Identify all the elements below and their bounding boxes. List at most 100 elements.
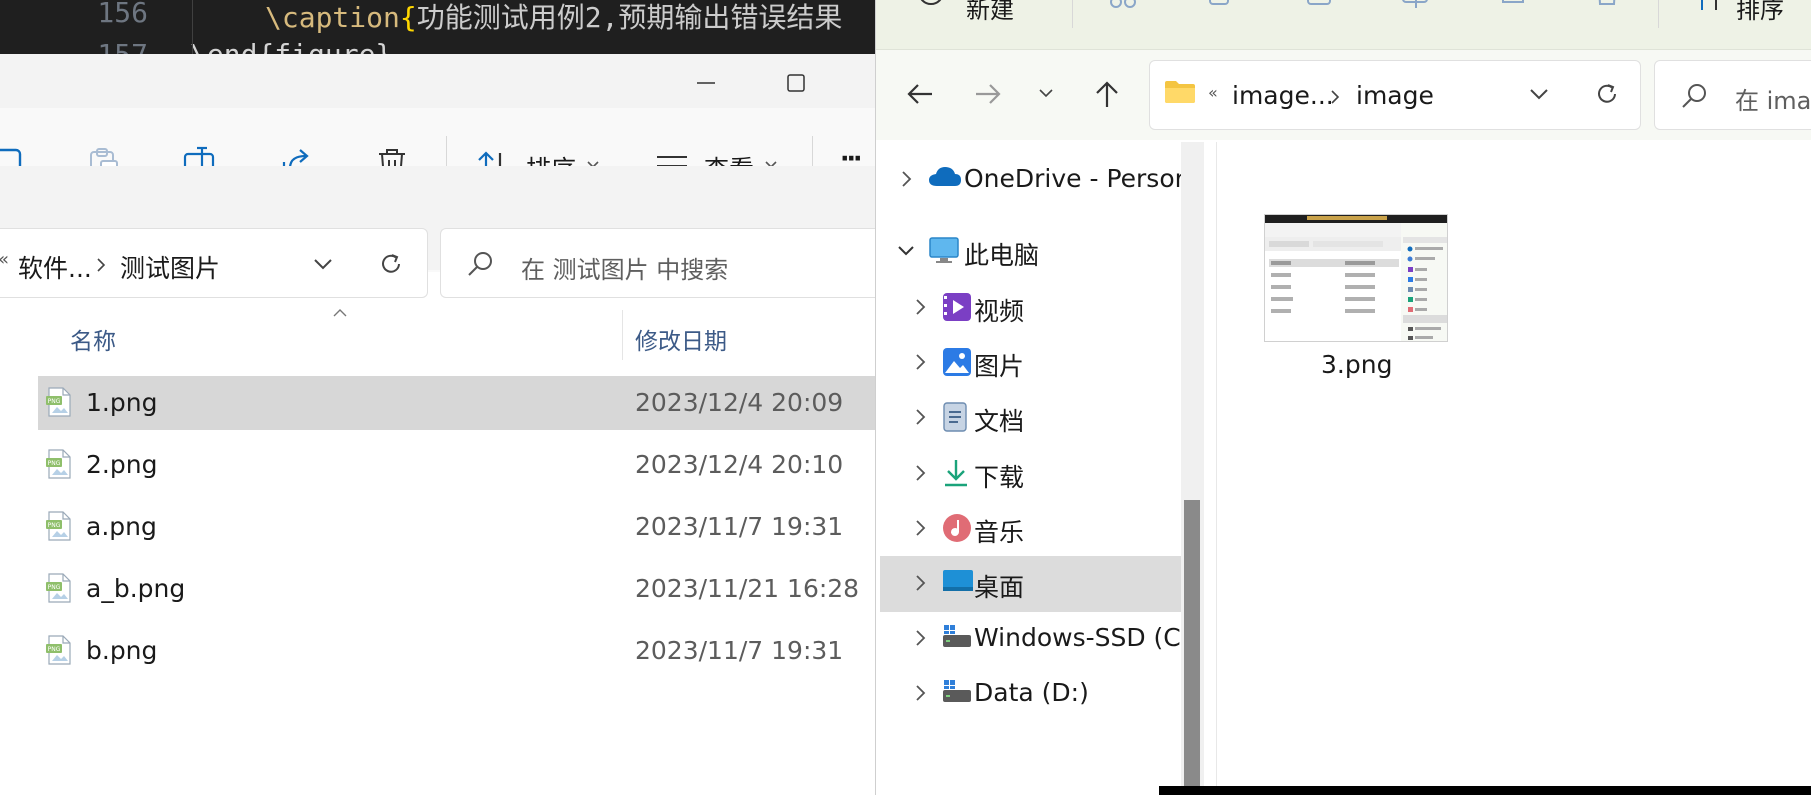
command-bar: 新建 排序 xyxy=(876,0,1811,50)
end-figure-text: \end{figure} xyxy=(190,38,392,54)
share-icon[interactable] xyxy=(1498,0,1528,12)
file-row[interactable]: PNG b.png 2023/11/7 19:31 xyxy=(38,624,875,678)
monitor-icon xyxy=(928,236,960,268)
file-name: a.png xyxy=(86,512,157,541)
chevron-down-icon[interactable] xyxy=(896,241,916,261)
maximize-button[interactable] xyxy=(776,68,816,98)
chevron-right-icon[interactable] xyxy=(914,407,928,427)
nav-item[interactable]: OneDrive - Person xyxy=(880,152,1190,208)
nav-item[interactable]: 下载 xyxy=(880,446,1182,502)
breadcrumb-parent[interactable]: image... xyxy=(1232,81,1334,110)
search-icon xyxy=(468,252,492,276)
chevron-right-icon xyxy=(97,258,106,272)
trash-icon[interactable] xyxy=(1594,0,1620,12)
recent-locations-icon[interactable] xyxy=(1038,88,1054,98)
column-header-date[interactable]: 修改日期 xyxy=(635,322,727,356)
column-header-name[interactable]: 名称 xyxy=(70,322,116,356)
taskbar-edge xyxy=(1159,786,1811,795)
png-file-icon: PNG xyxy=(46,511,71,541)
cut-icon[interactable] xyxy=(1108,0,1138,12)
search-box[interactable]: 在 imag xyxy=(1654,60,1811,130)
nav-item[interactable]: 文档 xyxy=(880,390,1182,446)
file-row[interactable]: PNG a.png 2023/11/7 19:31 xyxy=(38,500,875,554)
nav-item[interactable]: Data (D:) xyxy=(880,666,1182,722)
music-icon xyxy=(942,513,972,547)
search-icon xyxy=(1682,84,1706,108)
file-row[interactable]: PNG a_b.png 2023/11/21 16:28 xyxy=(38,562,875,616)
nav-item[interactable]: 音乐 xyxy=(880,501,1182,557)
forward-arrow-icon[interactable] xyxy=(974,82,1002,106)
pane-divider[interactable] xyxy=(1216,142,1217,795)
svg-text:PNG: PNG xyxy=(48,398,61,405)
sort-ascending-icon xyxy=(333,309,347,317)
file-thumbnail-3png[interactable] xyxy=(1264,214,1448,342)
address-bar[interactable]: « image... image xyxy=(1149,60,1641,130)
breadcrumb-overflow[interactable]: « xyxy=(1208,83,1218,102)
sort-icon[interactable] xyxy=(1694,0,1724,14)
column-divider[interactable] xyxy=(622,310,623,360)
code-editor: 156 \caption{功能测试用例2,预期输出错误结果 157 \end{f… xyxy=(0,0,880,54)
nav-item[interactable]: Windows-SSD (C xyxy=(880,611,1182,667)
clipboard-icon[interactable] xyxy=(1304,0,1334,12)
png-file-icon: PNG xyxy=(46,449,71,479)
toolbar-separator xyxy=(1658,0,1659,28)
chevron-down-icon[interactable] xyxy=(312,257,334,271)
chevron-right-icon[interactable] xyxy=(914,628,928,648)
breadcrumb-parent[interactable]: 软件... xyxy=(18,249,92,285)
new-button[interactable]: 新建 xyxy=(966,0,1014,25)
chevron-right-icon[interactable] xyxy=(900,169,914,189)
breadcrumb-current[interactable]: image xyxy=(1356,81,1434,110)
file-date: 2023/11/7 19:31 xyxy=(635,512,844,541)
file-name: 2.png xyxy=(86,450,158,479)
nav-item-label: 音乐 xyxy=(974,518,1025,547)
search-box[interactable]: 在 测试图片 中搜索 xyxy=(440,228,875,298)
sort-button[interactable]: 排序 xyxy=(1736,0,1784,25)
nav-scrollbar-thumb[interactable] xyxy=(1184,500,1200,795)
line-number: 156 xyxy=(97,0,148,29)
nav-item[interactable]: 图片 xyxy=(880,335,1182,391)
nav-item-label: 桌面 xyxy=(974,573,1025,602)
chevron-right-icon[interactable] xyxy=(914,518,928,538)
png-file-icon: PNG xyxy=(46,573,71,603)
file-name: b.png xyxy=(86,636,158,665)
file-date: 2023/12/4 20:10 xyxy=(635,450,844,479)
rename-icon[interactable] xyxy=(1400,0,1432,12)
refresh-icon[interactable] xyxy=(378,251,404,277)
file-row[interactable]: PNG 2.png 2023/12/4 20:10 xyxy=(38,438,875,492)
nav-item-label: Windows-SSD (C xyxy=(974,623,1181,652)
chevron-right-icon[interactable] xyxy=(914,352,928,372)
editor-line-157: 157 \end{figure} xyxy=(0,38,880,54)
svg-text:PNG: PNG xyxy=(48,646,61,653)
breadcrumb-overflow[interactable]: « xyxy=(0,249,9,270)
nav-item[interactable]: 此电脑 xyxy=(880,224,1182,280)
maximize-icon xyxy=(787,74,805,92)
nav-item-label: 视频 xyxy=(974,297,1025,326)
svg-text:PNG: PNG xyxy=(48,522,61,529)
back-arrow-icon[interactable] xyxy=(906,82,934,106)
file-row[interactable]: PNG 1.png 2023/12/4 20:09 xyxy=(38,376,875,430)
nav-item[interactable]: 桌面 xyxy=(880,556,1182,612)
up-arrow-icon[interactable] xyxy=(1094,80,1120,108)
file-label-3png[interactable]: 3.png xyxy=(1321,350,1392,379)
download-icon xyxy=(942,458,970,492)
left-explorer-window: 排序 查看 ··· « 软件... 测试图片 在 测试图片 中搜索 名称 修改日… xyxy=(0,54,875,795)
copy-icon[interactable] xyxy=(1206,0,1232,12)
cloud-icon xyxy=(928,164,962,192)
chevron-right-icon[interactable] xyxy=(914,297,928,317)
screenshot-preview-image xyxy=(1265,215,1447,341)
desktop-icon xyxy=(942,568,974,598)
nav-item-label: 图片 xyxy=(974,352,1025,381)
minimize-icon xyxy=(697,82,715,84)
minimize-button[interactable] xyxy=(686,68,726,98)
chevron-right-icon[interactable] xyxy=(914,573,928,593)
breadcrumb-current[interactable]: 测试图片 xyxy=(120,249,220,285)
chevron-right-icon[interactable] xyxy=(914,463,928,483)
chevron-right-icon[interactable] xyxy=(914,683,928,703)
drive-icon xyxy=(942,678,972,708)
file-name: a_b.png xyxy=(86,574,186,603)
chevron-down-icon[interactable] xyxy=(1528,87,1550,101)
folder-icon xyxy=(1165,81,1195,103)
nav-item[interactable]: 视频 xyxy=(880,280,1182,336)
address-bar[interactable]: « 软件... 测试图片 xyxy=(0,228,428,298)
refresh-icon[interactable] xyxy=(1594,81,1620,107)
